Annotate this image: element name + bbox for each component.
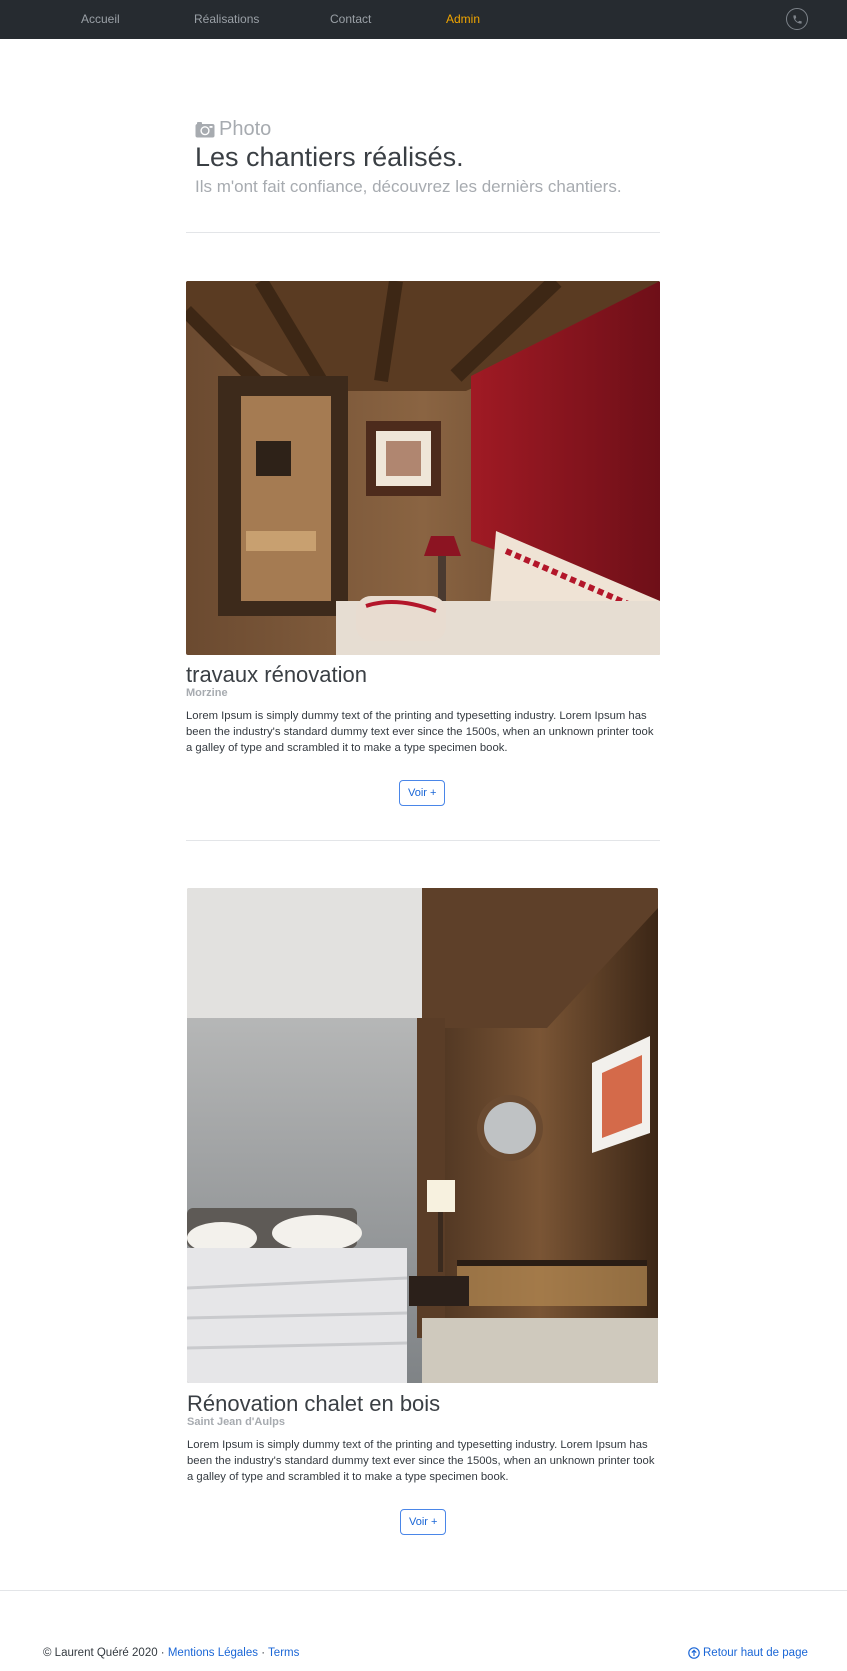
nav-item-admin[interactable]: Admin [446,12,480,26]
project-divider [186,840,660,841]
footer-copyright: © Laurent Quéré 2020 · [43,1647,165,1659]
project-2-view-button[interactable]: Voir + [400,1509,447,1535]
page-subtitle: Ils m'ont fait confiance, découvrez les … [195,177,622,196]
camera-icon [195,122,215,138]
phone-icon [792,14,802,24]
nav-item-realisations[interactable]: Réalisations [194,12,259,26]
back-to-top-label: Retour haut de page [703,1647,808,1659]
footer-separator: · [261,1647,266,1659]
footer-copyright-block: © Laurent Quéré 2020 · Mentions Légales … [43,1647,299,1659]
arrow-up-circle-icon [688,1647,700,1659]
terms-link[interactable]: Terms [268,1647,299,1659]
project-1-title: travaux rénovation [186,662,367,687]
project-2-description: Lorem Ipsum is simply dummy text of the … [187,1439,655,1483]
back-to-top-link[interactable]: Retour haut de page [688,1647,808,1659]
project-2-location: Saint Jean d'Aulps [187,1416,285,1428]
project-1-photo [186,281,660,655]
header-divider [186,232,660,233]
nav-item-contact[interactable]: Contact [330,12,371,26]
project-1-description: Lorem Ipsum is simply dummy text of the … [186,710,654,754]
top-navbar: Accueil Réalisations Contact Admin [0,0,847,39]
project-1-view-button[interactable]: Voir + [399,780,446,806]
project-1-location: Morzine [186,687,228,699]
photo-label: Photo [219,118,272,140]
nav-item-accueil[interactable]: Accueil [81,12,120,26]
page-title: Les chantiers réalisés. [195,142,464,172]
mentions-legales-link[interactable]: Mentions Légales [168,1647,258,1659]
project-2-title: Rénovation chalet en bois [187,1391,441,1416]
photo-heading: Photo [195,118,271,141]
project-2-photo [187,888,658,1383]
phone-button[interactable] [786,8,808,30]
footer-divider [0,1590,847,1591]
